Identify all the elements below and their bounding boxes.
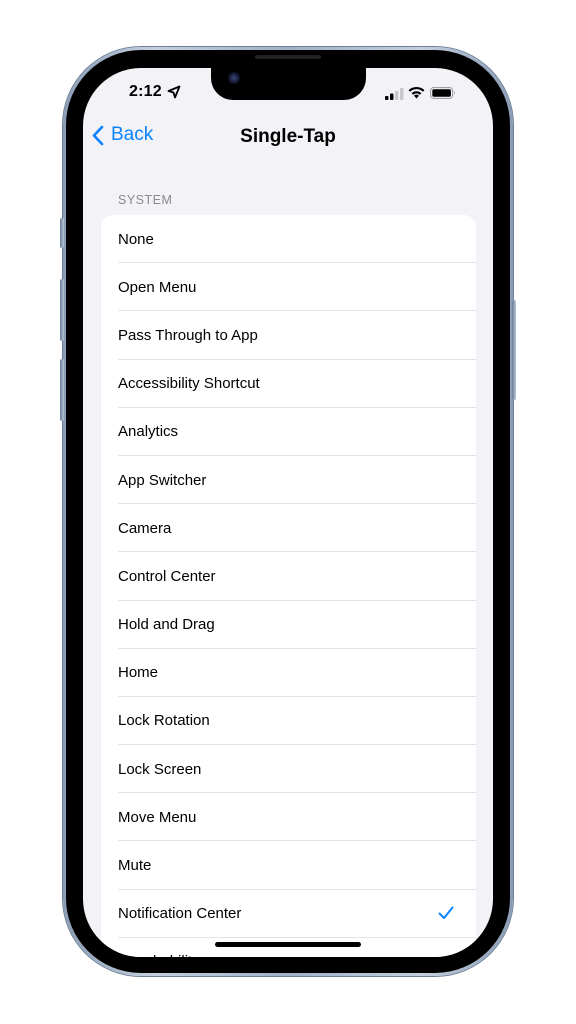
list-item-label: Hold and Drag — [118, 616, 215, 634]
list-item-label: Lock Screen — [118, 760, 202, 778]
list-item[interactable]: Control Center — [101, 552, 476, 601]
volume-up-button — [60, 279, 64, 341]
list-item-label: Accessibility Shortcut — [118, 375, 260, 393]
list-item-label: Pass Through to App — [118, 326, 258, 344]
signal-bar — [395, 91, 399, 100]
front-camera — [228, 72, 240, 84]
signal-bar — [390, 93, 394, 100]
screen: 2:12 Back Single-Tap SYSTEM None Open Men… — [83, 68, 493, 957]
list-item[interactable]: Accessibility Shortcut — [101, 360, 476, 408]
list-item[interactable]: Reachability — [101, 938, 476, 957]
list-item[interactable]: Open Menu — [101, 263, 476, 312]
page-title: Single-Tap — [240, 126, 336, 147]
list-item-label: App Switcher — [118, 471, 207, 489]
volume-down-button — [60, 359, 64, 421]
list-item[interactable]: App Switcher — [101, 456, 476, 505]
list-item[interactable]: Mute — [101, 841, 476, 890]
list-item[interactable]: Analytics — [101, 408, 476, 456]
status-time: 2:12 — [129, 83, 162, 100]
list-item-label: None — [118, 230, 154, 248]
list-item-label: Home — [118, 664, 159, 682]
list-item[interactable]: Lock Screen — [101, 745, 476, 794]
list-item-label: Mute — [118, 857, 152, 875]
battery-icon — [430, 87, 455, 99]
list-item-label: Control Center — [118, 567, 216, 585]
list-item[interactable]: Pass Through to App — [101, 311, 476, 360]
cellular-signal-icon — [385, 88, 404, 100]
navigation-bar: Back Single-Tap — [83, 120, 493, 156]
list-item-label: Move Menu — [118, 808, 197, 826]
notch — [211, 68, 366, 100]
options-list: None Open Menu Pass Through to App Accessib… — [101, 215, 476, 957]
side-button — [512, 300, 516, 400]
list-item-label: Analytics — [118, 423, 179, 441]
list-item-label: Notification Center — [118, 905, 242, 923]
list-item-label: Open Menu — [118, 278, 197, 296]
earpiece-speaker — [255, 55, 321, 59]
list-item[interactable]: Camera — [101, 504, 476, 553]
signal-bar — [385, 96, 389, 100]
list-item-label: Camera — [118, 519, 172, 537]
list-item[interactable]: Notification Center — [101, 890, 476, 938]
list-item[interactable]: Lock Rotation — [101, 697, 476, 746]
list-item[interactable]: Move Menu — [101, 793, 476, 842]
list-item[interactable]: None — [101, 215, 476, 264]
list-item[interactable]: Home — [101, 649, 476, 697]
checkmark-icon — [438, 906, 454, 919]
list-item[interactable]: Hold and Drag — [101, 601, 476, 649]
list-item-label: Lock Rotation — [118, 712, 210, 730]
location-arrow-icon — [167, 85, 181, 99]
signal-bar — [400, 88, 404, 100]
action-button — [60, 218, 64, 248]
list-item-label: Reachability — [118, 953, 200, 957]
section-header: SYSTEM — [118, 193, 173, 207]
wifi-icon — [408, 86, 425, 99]
home-indicator[interactable] — [215, 942, 361, 947]
